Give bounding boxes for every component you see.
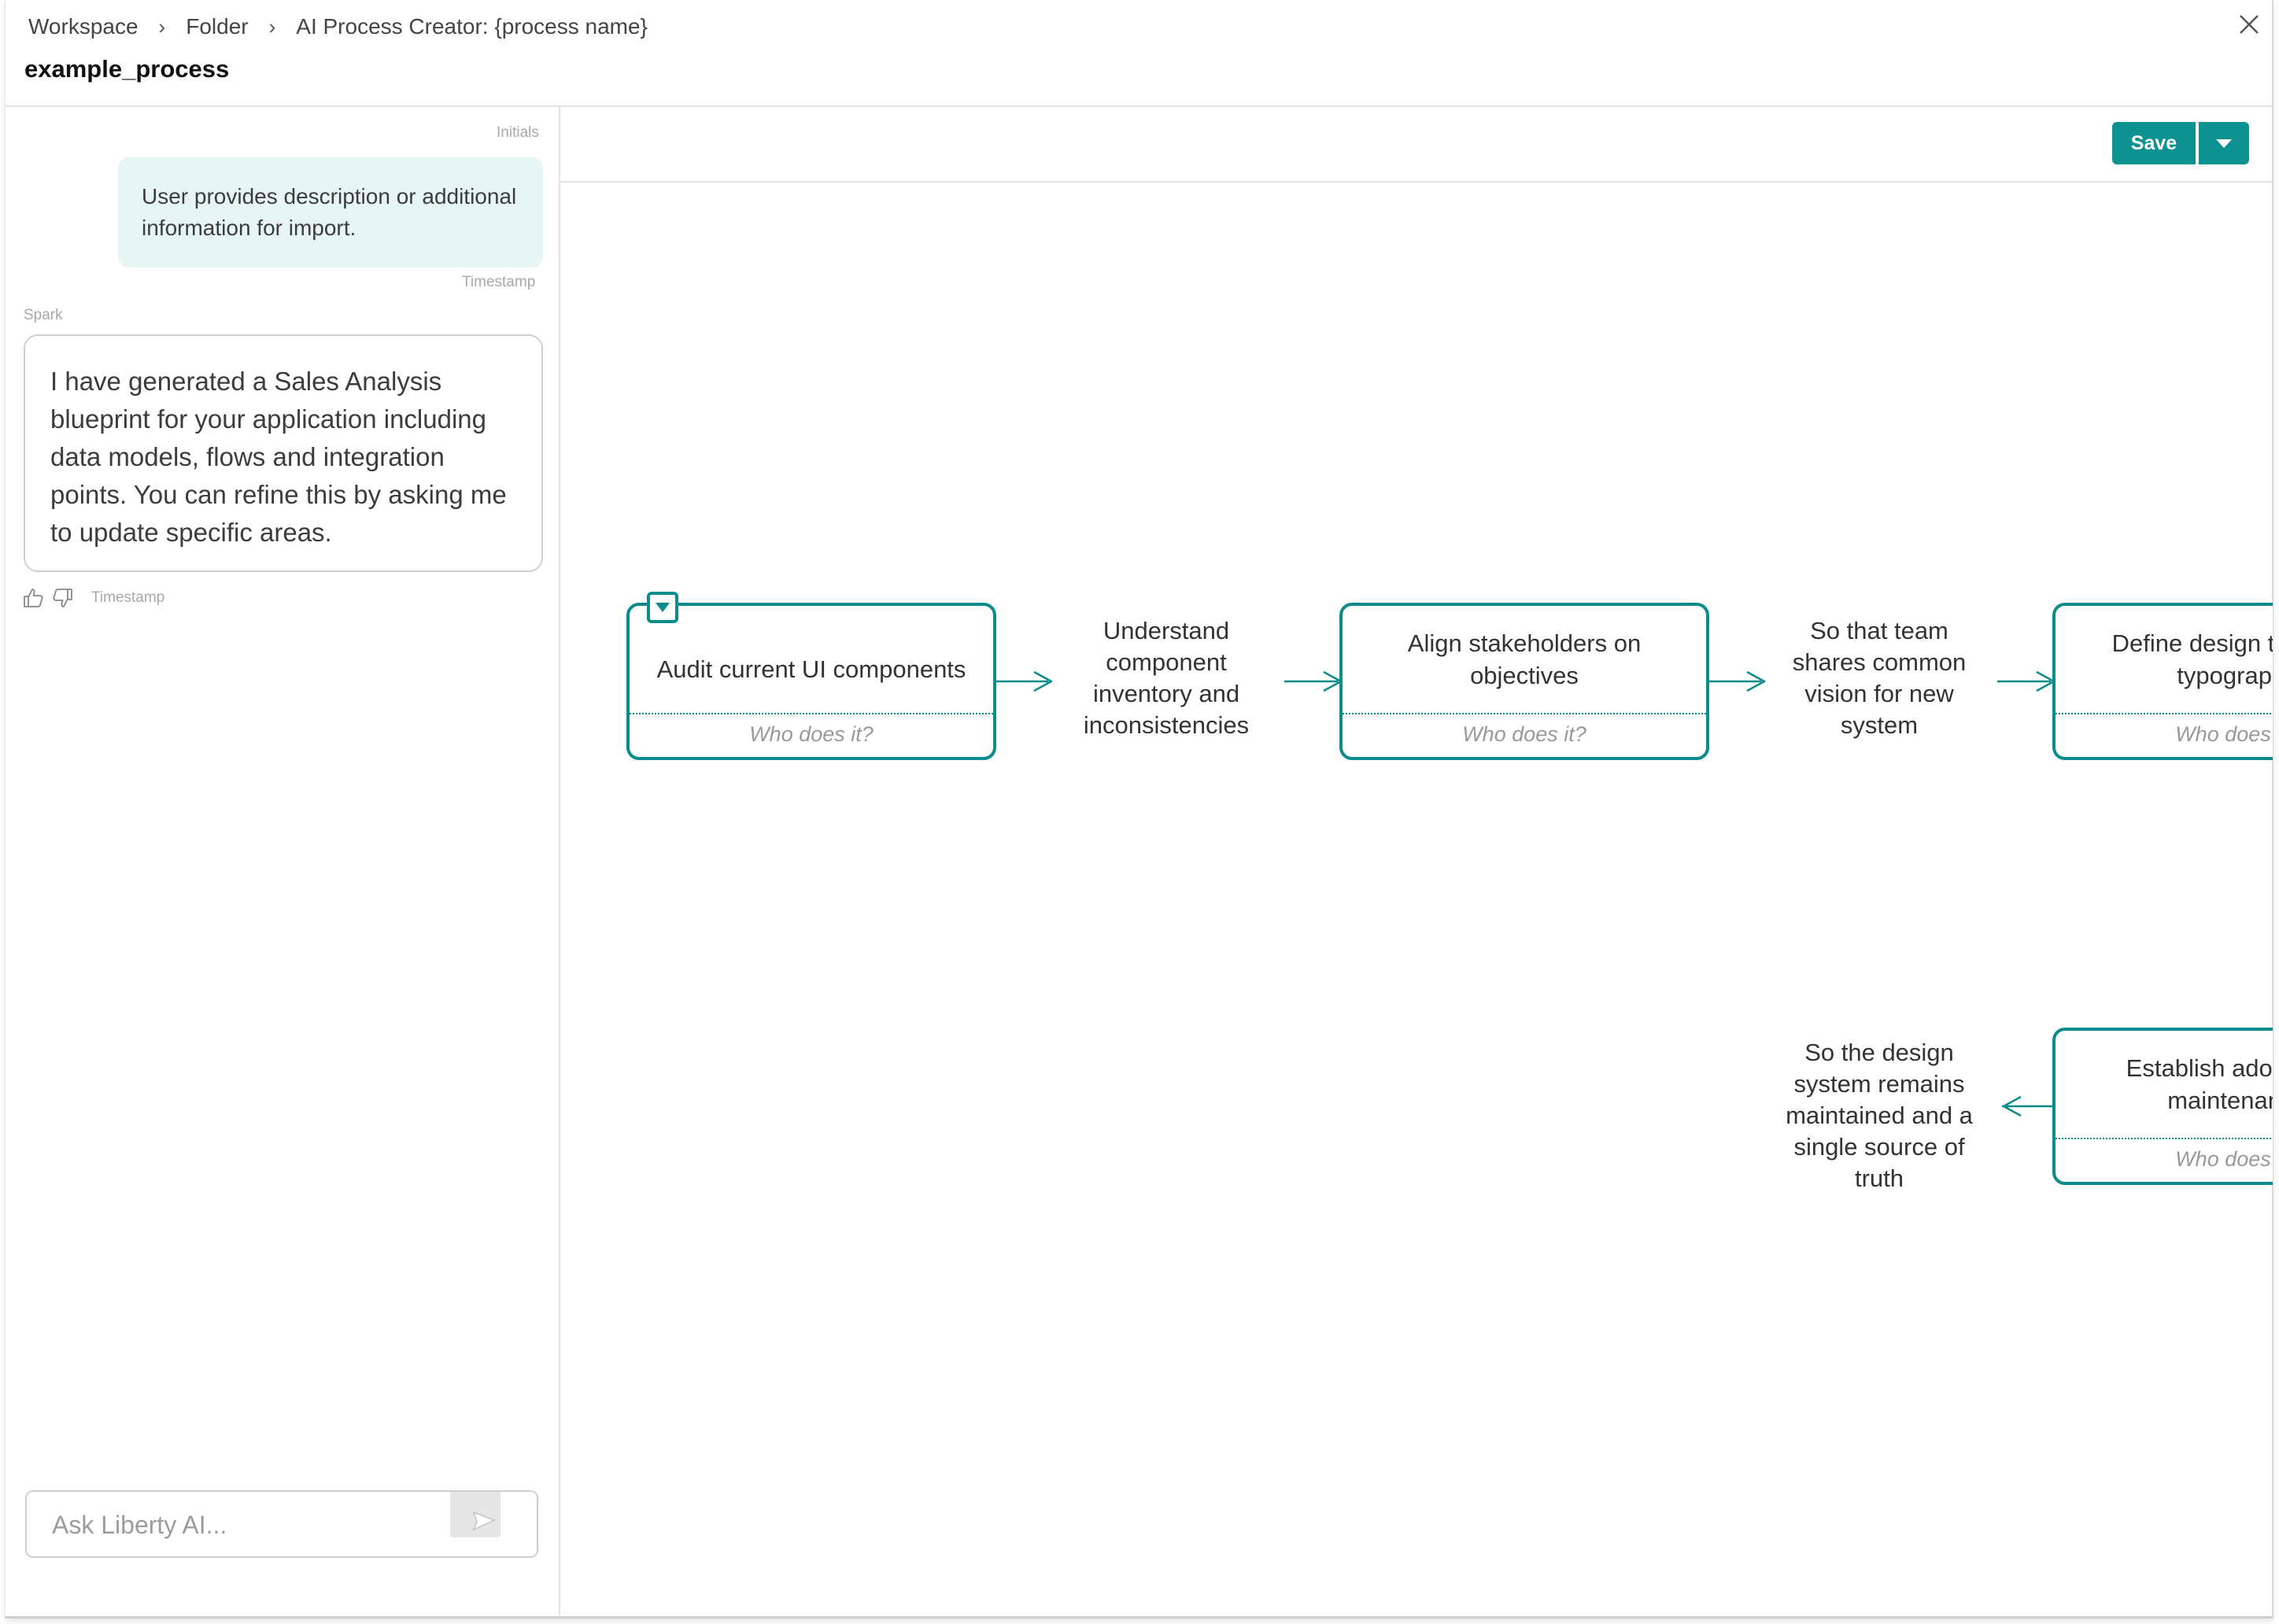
process-step[interactable]: Align stakeholders on objectives Who doe… [1339,603,1709,760]
start-marker-icon[interactable] [647,592,678,623]
step-divider [1343,713,1706,714]
step-assignee[interactable]: Who does it? [630,722,993,747]
process-step[interactable]: Define design tokens & typography Who do… [2052,603,2273,760]
step-assignee[interactable]: Who does it? [1343,722,1706,747]
process-step[interactable]: Audit current UI components Who does it? [626,603,996,760]
process-canvas[interactable]: Audit current UI components Who does it?… [560,183,2273,1615]
step-title: Audit current UI components [656,655,966,683]
page-title: example_process [24,55,230,83]
step-title: Define design tokens & typography [2111,629,2273,689]
thumbs-up-icon[interactable] [22,587,44,609]
user-initials: Initials [497,124,539,141]
breadcrumb-workspace[interactable]: Workspace [28,14,139,39]
step-divider [630,713,993,714]
breadcrumb: Workspace › Folder › AI Process Creator:… [28,14,648,39]
step-title: Establish adoption & maintenance [2126,1054,2273,1114]
save-options-dropdown[interactable] [2199,122,2249,164]
user-message-bubble: User provides description or additional … [118,157,543,268]
send-icon [472,1511,496,1531]
step-assignee[interactable]: Who does it? [2056,722,2273,747]
step-divider [2056,1138,2273,1139]
caret-down-icon [2216,139,2232,148]
chat-panel [6,106,560,1615]
chevron-right-icon: › [158,14,166,39]
close-icon[interactable] [2235,13,2263,41]
chat-input-box[interactable] [25,1490,538,1558]
step-title: Align stakeholders on objectives [1407,629,1642,689]
step-outcome[interactable]: So that team shares common vision for ne… [1777,615,1982,741]
ai-message-bubble: I have generated a Sales Analysis bluepr… [24,334,543,572]
step-outcome[interactable]: Understand component inventory and incon… [1064,615,1269,741]
chat-input[interactable] [50,1504,463,1545]
message-feedback: Timestamp [22,587,164,609]
send-button[interactable] [450,1492,500,1537]
ai-message-timestamp: Timestamp [91,589,165,606]
breadcrumb-current: AI Process Creator: {process name} [296,14,648,39]
save-button[interactable]: Save [2112,122,2196,164]
ai-sender-name: Spark [24,307,63,323]
connector-layer [995,670,2056,1117]
user-message-timestamp: Timestamp [462,274,536,290]
step-divider [2056,713,2273,714]
chevron-right-icon: › [268,14,276,39]
process-step[interactable]: Establish adoption & maintenance Who doe… [2052,1028,2273,1185]
thumbs-down-icon[interactable] [52,587,74,609]
step-assignee[interactable]: Who does it? [2056,1147,2273,1172]
breadcrumb-folder[interactable]: Folder [186,14,248,39]
step-outcome[interactable]: So the design system remains maintained … [1777,1037,1982,1194]
